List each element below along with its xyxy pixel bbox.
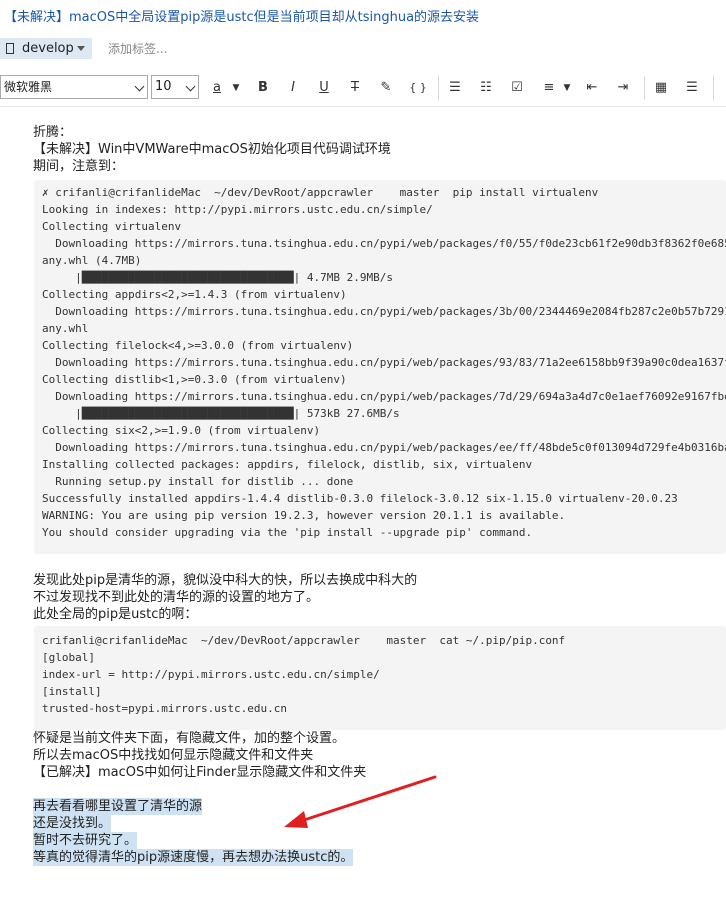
note-title: 【未解决】macOS中全局设置pip源是ustc但是当前项目却从tsinghua… [4, 10, 480, 25]
code-line: Collecting filelock<4,>=3.0.0 (from virt… [42, 339, 354, 352]
tag-row: develop 添加标签... [0, 38, 726, 60]
code-line: any.whl (4.7MB) [42, 254, 142, 267]
font-family-value: 微软雅黑 [4, 80, 53, 94]
paragraph: 所以去macOS中找找如何显示隐藏文件和文件夹 [33, 748, 314, 763]
code-line: Downloading https://mirrors.tuna.tsinghu… [42, 305, 726, 318]
numbered-list-button[interactable]: ☷ [478, 78, 494, 98]
code-line: any.whl [42, 322, 89, 335]
code-line: Downloading https://mirrors.tuna.tsinghu… [42, 237, 726, 250]
chevron-down-icon [77, 46, 85, 51]
highlighted-text: 等真的觉得清华的pip源速度慢，再去想办法换ustc的。 [33, 849, 354, 866]
toolbar-divider [713, 76, 714, 100]
code-line: |████████████████████████████████| 573kB… [42, 407, 400, 420]
code-line: |████████████████████████████████| 4.7MB… [42, 271, 393, 284]
code-line: Collecting distlib<1,>=0.3.0 (from virtu… [42, 373, 347, 386]
chevron-down-icon[interactable]: ▼ [230, 78, 242, 98]
code-line: ✗ crifanli@crifanlideMac ~/dev/DevRoot/a… [42, 186, 599, 199]
font-family-select[interactable]: 微软雅黑 [0, 75, 148, 99]
highlighted-text: 再去看看哪里设置了清华的源 [33, 798, 203, 815]
font-color-button[interactable]: a [210, 78, 224, 98]
add-tag-input[interactable]: 添加标签... [108, 40, 167, 57]
underline-button[interactable]: U [317, 78, 331, 98]
code-line: Downloading https://mirrors.tuna.tsinghu… [42, 390, 726, 403]
red-arrow-annotation [284, 775, 437, 828]
code-line: Downloading https://mirrors.tuna.tsinghu… [42, 441, 726, 454]
code-line: Downloading https://mirrors.tuna.tsinghu… [42, 356, 726, 369]
paragraph: 怀疑是当前文件夹下面，有隐藏文件，加的整个设置。 [33, 731, 346, 746]
toolbar-divider [438, 76, 439, 100]
format-toolbar: 微软雅黑 10 a ▼ B I U T ✎ { } ☰ ☷ ☑ ≡ ▼ ⇤ ⇥ … [0, 70, 726, 107]
code-line: Installing collected packages: appdirs, … [42, 458, 533, 471]
highlight-button[interactable]: ✎ [378, 78, 394, 98]
code-line: Running setup.py install for distlib ...… [42, 475, 354, 488]
highlighted-text: 暂时不去研究了。 [33, 832, 138, 849]
code-line: Successfully installed appdirs-1.4.4 dis… [42, 492, 678, 505]
branch-selector[interactable]: develop [0, 38, 92, 59]
indent-button[interactable]: ⇥ [615, 78, 631, 98]
code-line: [install] [42, 685, 102, 698]
paragraph: 折腾： [33, 125, 73, 140]
code-line: [global] [42, 651, 95, 664]
notebook-icon [6, 43, 14, 54]
font-size-select[interactable]: 10 [151, 75, 199, 99]
code-line: index-url = http://pypi.mirrors.ustc.edu… [42, 668, 380, 681]
bold-button[interactable]: B [256, 78, 270, 98]
code-line: You should consider upgrading via the 'p… [42, 526, 533, 539]
paragraph: 【未解决】Win中VMWare中macOS初始化项目代码调试环境 [33, 142, 391, 157]
highlighted-text: 还是没找到。 [33, 815, 112, 832]
outdent-button[interactable]: ⇤ [584, 78, 600, 98]
branch-label: develop [22, 41, 74, 56]
code-line: WARNING: You are using pip version 19.2.… [42, 509, 566, 522]
strikethrough-button[interactable]: T [348, 78, 362, 98]
code-line: Collecting appdirs<2,>=1.4.3 (from virtu… [42, 288, 347, 301]
chevron-down-icon [134, 81, 145, 92]
code-line: Looking in indexes: http://pypi.mirrors.… [42, 203, 433, 216]
bullet-list-button[interactable]: ☰ [447, 78, 463, 98]
toolbar-divider [644, 76, 645, 100]
checklist-button[interactable]: ☑ [509, 78, 525, 98]
font-size-value: 10 [155, 79, 172, 94]
paragraph: 发现此处pip是清华的源，貌似没中科大的快，所以去换成中科大的 [33, 573, 418, 588]
paragraph: 期间，注意到： [33, 159, 125, 174]
align-button[interactable]: ≡ [541, 78, 557, 98]
code-line: Collecting virtualenv [42, 220, 182, 233]
code-block-pip-conf: crifanli@crifanlideMac ~/dev/DevRoot/app… [34, 626, 726, 730]
code-button[interactable]: { } [408, 78, 428, 98]
italic-button[interactable]: I [286, 78, 300, 98]
code-line: Collecting six<2,>=1.9.0 (from virtualen… [42, 424, 321, 437]
more-button[interactable]: ☰ [684, 78, 700, 98]
code-block-pip-install: ✗ crifanli@crifanlideMac ~/dev/DevRoot/a… [34, 180, 726, 554]
code-line: trusted-host=pypi.mirrors.ustc.edu.cn [42, 702, 288, 715]
chevron-down-icon[interactable]: ▼ [561, 78, 573, 98]
note-body-middle: 发现此处pip是清华的源，貌似没中科大的快，所以去换成中科大的 不过发现找不到此… [33, 572, 726, 623]
paragraph: 此处全局的pip是ustc的啊： [33, 607, 198, 622]
chevron-down-icon [185, 81, 196, 92]
code-line: crifanli@crifanlideMac ~/dev/DevRoot/app… [42, 634, 566, 647]
table-button[interactable]: ▦ [653, 78, 669, 98]
paragraph: 不过发现找不到此处的清华的源的设置的地方了。 [33, 590, 320, 605]
note-body-intro: 折腾： 【未解决】Win中VMWare中macOS初始化项目代码调试环境 期间，… [33, 124, 726, 175]
